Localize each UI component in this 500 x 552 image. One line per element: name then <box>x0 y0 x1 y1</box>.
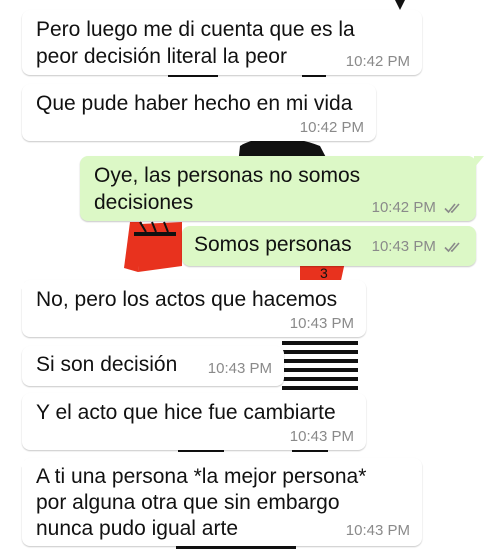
message-time: 10:43 PM <box>289 428 354 445</box>
message-text: Si son decisión <box>36 353 178 376</box>
message-bubble[interactable]: No, pero los actos que hacemos 10:43 PM <box>14 280 366 337</box>
message-meta: 10:42 PM <box>372 199 464 217</box>
message-time: 10:43 PM <box>289 315 354 332</box>
chat-thread: Pero luego me di cuenta que es la peor d… <box>0 0 500 552</box>
message-text: Y el acto que hice fue cambiarte <box>36 401 336 424</box>
message-bubble[interactable]: Si son decisión 10:43 PM <box>22 346 284 386</box>
message-time: 10:42 PM <box>371 199 436 216</box>
message-time: 10:43 PM <box>345 522 410 539</box>
message-bubble[interactable]: A ti una persona *la mejor persona* por … <box>14 458 422 546</box>
message-text: No, pero los actos que hacemos <box>36 288 338 311</box>
message-meta: 10:43 PM <box>372 238 464 256</box>
message-time: 10:42 PM <box>345 53 410 70</box>
message-bubble[interactable]: Oye, las personas no somos decisiones 10… <box>80 156 484 221</box>
message-time: 10:43 PM <box>371 238 436 255</box>
message-bubble[interactable]: Somos personas 10:43 PM <box>182 226 476 266</box>
message-text: Que pude haber hecho en mi vida <box>36 92 353 115</box>
message-bubble[interactable]: Pero luego me di cuenta que es la peor d… <box>22 10 422 75</box>
message-time: 10:42 PM <box>299 119 364 136</box>
message-bubble[interactable]: Que pude haber hecho en mi vida 10:42 PM <box>22 84 376 141</box>
message-time: 10:43 PM <box>207 360 272 377</box>
double-check-icon <box>444 242 460 253</box>
message-bubble[interactable]: Y el acto que hice fue cambiarte 10:43 P… <box>22 393 366 450</box>
message-text: Somos personas <box>194 233 352 256</box>
double-check-icon <box>444 203 460 214</box>
